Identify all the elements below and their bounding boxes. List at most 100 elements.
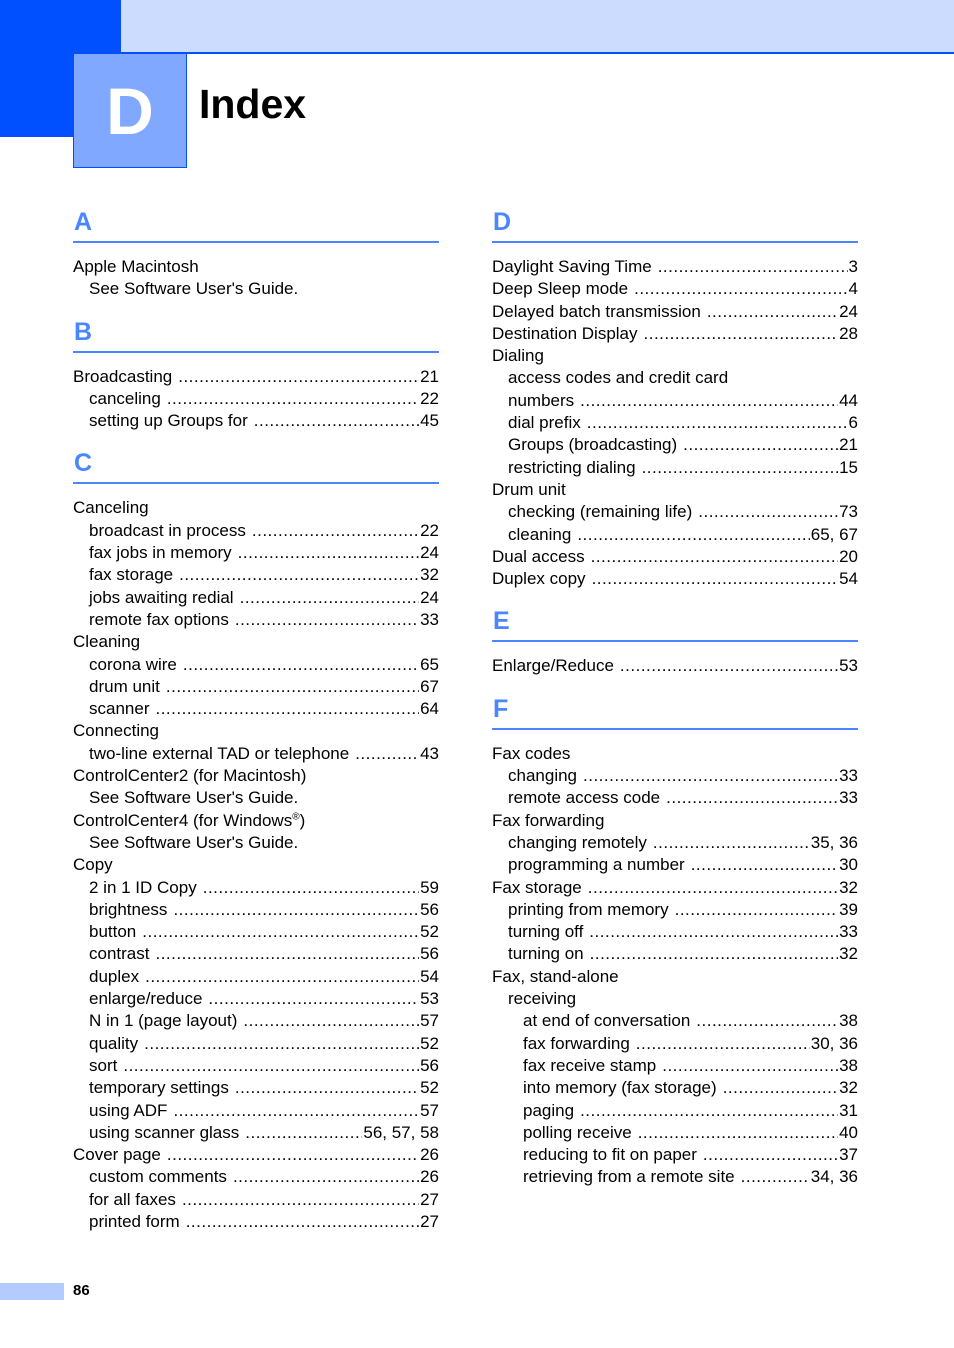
entry-page-ref[interactable]: 52: [419, 1033, 439, 1055]
entry-page-ref[interactable]: 73: [838, 501, 858, 523]
dot-leader: [634, 278, 847, 300]
entry-page-ref[interactable]: 24: [419, 542, 439, 564]
entry-term: drum unit: [89, 676, 166, 698]
registered-mark: ®: [292, 810, 300, 822]
entry-page-ref[interactable]: 57: [419, 1100, 439, 1122]
entry-term: Drum unit: [492, 479, 572, 501]
entry-page-ref[interactable]: 20: [838, 546, 858, 568]
index-entry: button 52: [73, 921, 439, 943]
entry-page-ref[interactable]: 56, 57, 58: [362, 1122, 439, 1144]
entry-page-ref[interactable]: 38: [838, 1055, 858, 1077]
entry-term: setting up Groups for: [89, 410, 254, 432]
dot-leader: [245, 1122, 362, 1144]
entry-term-text: using scanner glass: [89, 1122, 240, 1142]
dot-leader: [145, 966, 419, 988]
dot-leader: [254, 410, 419, 432]
index-entry: Dialing: [492, 345, 858, 367]
dot-leader: [252, 520, 419, 542]
entry-term-suffix: ): [299, 810, 306, 830]
entry-page-ref[interactable]: 38: [838, 1010, 858, 1032]
entry-page-ref[interactable]: 45: [419, 410, 439, 432]
entry-page-ref[interactable]: 59: [419, 877, 439, 899]
entry-term: ControlCenter4 (for Windows®): [73, 810, 311, 832]
index-entry: N in 1 (page layout) 57: [73, 1010, 439, 1032]
dot-leader: [580, 1100, 838, 1122]
entry-page-ref[interactable]: 53: [419, 988, 439, 1010]
entry-page-ref[interactable]: 52: [419, 1077, 439, 1099]
entry-page-ref[interactable]: 40: [838, 1122, 858, 1144]
entry-page-ref[interactable]: 67: [419, 676, 439, 698]
entry-page-ref[interactable]: 30, 36: [810, 1033, 858, 1055]
entry-page-ref[interactable]: 33: [419, 609, 439, 631]
entry-page-ref[interactable]: 32: [419, 564, 439, 586]
entry-term-text: jobs awaiting redial: [89, 587, 234, 607]
section-letter-heading: F: [492, 692, 858, 730]
index-entry: Broadcasting 21: [73, 366, 439, 388]
entry-term: printing from memory: [508, 899, 675, 921]
dot-leader: [142, 921, 419, 943]
entry-page-ref[interactable]: 37: [838, 1144, 858, 1166]
entry-page-ref[interactable]: 31: [838, 1100, 858, 1122]
entry-term-text: quality: [89, 1033, 139, 1053]
entry-page-ref[interactable]: 65: [419, 654, 439, 676]
index-entry: at end of conversation 38: [492, 1010, 858, 1032]
entry-page-ref[interactable]: 53: [838, 655, 858, 677]
dot-leader: [243, 1010, 419, 1032]
dot-leader: [240, 587, 419, 609]
entry-page-ref[interactable]: 4: [848, 278, 858, 300]
section-letter-heading: B: [73, 315, 439, 353]
entry-page-ref[interactable]: 3: [848, 256, 858, 278]
entry-page-ref[interactable]: 33: [838, 765, 858, 787]
entry-page-ref[interactable]: 39: [838, 899, 858, 921]
entry-page-ref[interactable]: 22: [419, 388, 439, 410]
entry-page-ref[interactable]: 57: [419, 1010, 439, 1032]
dot-leader: [580, 390, 838, 412]
entry-page-ref[interactable]: 6: [848, 412, 858, 434]
entry-page-ref[interactable]: 27: [419, 1211, 439, 1233]
index-entry: fax receive stamp 38: [492, 1055, 858, 1077]
entry-page-ref[interactable]: 24: [838, 301, 858, 323]
entry-page-ref[interactable]: 64: [419, 698, 439, 720]
entry-term: access codes and credit card: [508, 367, 734, 389]
entry-page-ref[interactable]: 24: [419, 587, 439, 609]
entry-term-text: fax receive stamp: [523, 1055, 657, 1075]
entry-term-text: Drum unit: [492, 479, 566, 499]
dot-leader: [587, 412, 848, 434]
entry-page-ref[interactable]: 33: [838, 921, 858, 943]
entry-page-ref[interactable]: 44: [838, 390, 858, 412]
index-section-d: DDaylight Saving Time3Deep Sleep mode4De…: [492, 205, 858, 590]
entry-page-ref[interactable]: 21: [838, 434, 858, 456]
entry-page-ref[interactable]: 33: [838, 787, 858, 809]
entry-page-ref[interactable]: 56: [419, 943, 439, 965]
entry-page-ref[interactable]: 56: [419, 1055, 439, 1077]
entry-page-ref[interactable]: 32: [838, 943, 858, 965]
entry-page-ref[interactable]: 26: [419, 1144, 439, 1166]
dot-leader: [666, 787, 838, 809]
entry-page-ref[interactable]: 26: [419, 1166, 439, 1188]
dot-leader: [179, 564, 419, 586]
entry-term: turning on: [508, 943, 590, 965]
entry-page-ref[interactable]: 22: [419, 520, 439, 542]
entry-page-ref[interactable]: 15: [838, 457, 858, 479]
entry-page-ref[interactable]: 35, 36: [810, 832, 858, 854]
entry-page-ref[interactable]: 56: [419, 899, 439, 921]
entry-page-ref[interactable]: 54: [838, 568, 858, 590]
index-entry: drum unit 67: [73, 676, 439, 698]
index-entry: quality 52: [73, 1033, 439, 1055]
entry-page-ref[interactable]: 32: [838, 877, 858, 899]
entry-page-ref[interactable]: 65, 67: [810, 524, 858, 546]
entry-term: Fax, stand-alone: [492, 966, 625, 988]
entry-term: Apple Macintosh: [73, 256, 205, 278]
entry-page-ref[interactable]: 43: [419, 743, 439, 765]
entry-page-ref[interactable]: 54: [419, 966, 439, 988]
entry-term-text: printed form: [89, 1211, 180, 1231]
index-entry: contrast 56: [73, 943, 439, 965]
entry-page-ref[interactable]: 32: [838, 1077, 858, 1099]
index-entry: Destination Display 28: [492, 323, 858, 345]
entry-page-ref[interactable]: 30: [838, 854, 858, 876]
entry-page-ref[interactable]: 52: [419, 921, 439, 943]
entry-page-ref[interactable]: 27: [419, 1189, 439, 1211]
entry-page-ref[interactable]: 21: [419, 366, 439, 388]
entry-page-ref[interactable]: 28: [838, 323, 858, 345]
entry-page-ref[interactable]: 34, 36: [810, 1166, 858, 1188]
